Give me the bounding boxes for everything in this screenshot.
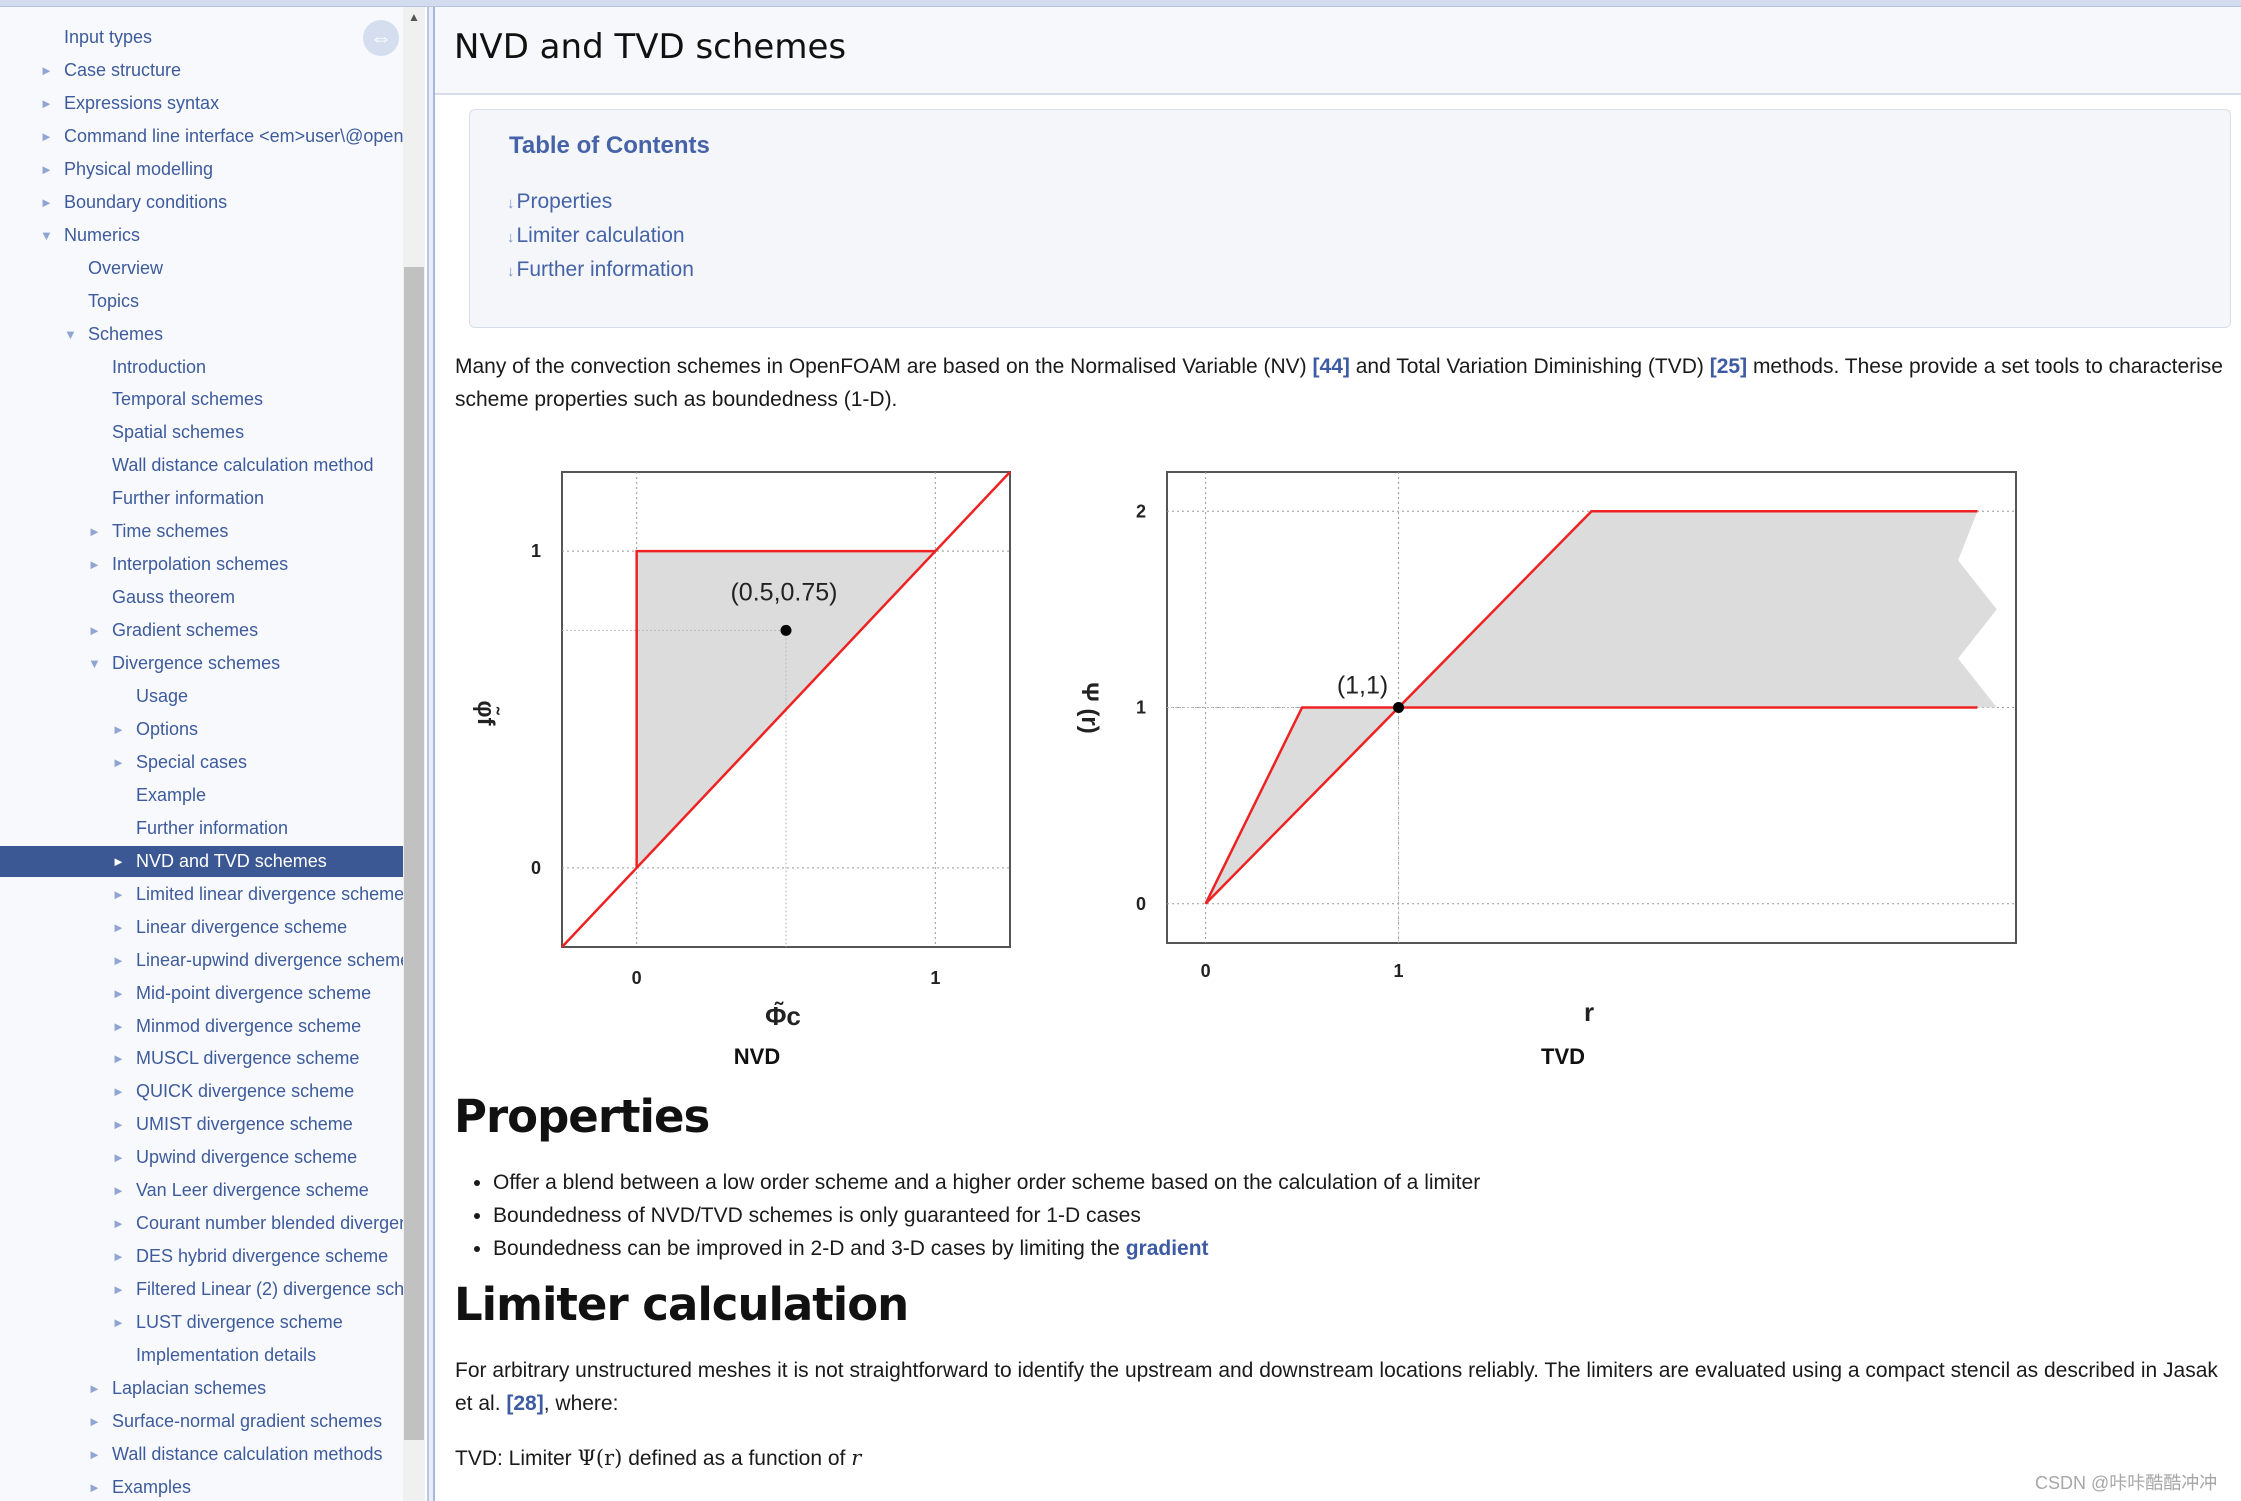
list-item: Offer a blend between a low order scheme…	[493, 1166, 1480, 1199]
sidebar-item[interactable]: ► LUST divergence scheme	[0, 1306, 403, 1339]
sidebar-item[interactable]: Implementation details	[0, 1339, 403, 1372]
sidebar-item[interactable]: ► Van Leer divergence scheme	[0, 1174, 403, 1207]
properties-list: Offer a blend between a low order scheme…	[455, 1166, 1480, 1265]
nvd-point-label: (0.5,0.75)	[730, 578, 837, 606]
list-item-text: Boundedness can be improved in 2-D and 3…	[493, 1237, 1126, 1260]
list-item: Boundedness can be improved in 2-D and 3…	[493, 1232, 1480, 1265]
nvd-y-tick-label: 0	[531, 858, 541, 878]
nvd-data-point	[780, 624, 792, 636]
sidebar-item-label: Laplacian schemes	[112, 1377, 267, 1398]
math-psi-r: Ψ(r)	[577, 1446, 623, 1470]
tvd-definition: TVD: Limiter Ψ(r) defined as a function …	[455, 1442, 2235, 1475]
sidebar-item[interactable]: ► Wall distance calculation methods	[0, 1438, 403, 1471]
sidebar-item[interactable]: ► DES hybrid divergence scheme	[0, 1240, 403, 1273]
sidebar-item-label: Upwind divergence scheme	[136, 1147, 358, 1168]
sidebar-item-label: Wall distance calculation methods	[112, 1443, 383, 1464]
limiter-paragraph: For arbitrary unstructured meshes it is …	[455, 1354, 2235, 1420]
collapsed-arrow-icon[interactable]: ►	[112, 1306, 125, 1339]
tvd-y-tick-label: 0	[1136, 894, 1146, 914]
sidebar-item-label: UMIST divergence scheme	[136, 1114, 353, 1135]
citation-link-28[interactable]: [28]	[506, 1392, 543, 1415]
sidebar-item[interactable]: ► Filtered Linear (2) divergence scheme	[0, 1273, 403, 1306]
nvd-caption: NVD	[734, 1044, 780, 1069]
math-r: r	[851, 1446, 862, 1470]
tvd-y-axis-label: Ψ (r)	[1076, 682, 1103, 733]
sidebar-item-label: Implementation details	[136, 1345, 317, 1365]
sidebar-item[interactable]: ► Surface-normal gradient schemes	[0, 1405, 403, 1438]
tvd-x-tick-label: 0	[1201, 961, 1211, 981]
limiter-text: For arbitrary unstructured meshes it is …	[455, 1359, 2218, 1415]
sidebar-item-label: LUST divergence scheme	[136, 1312, 343, 1333]
sidebar-item[interactable]: ► Laplacian schemes	[0, 1372, 403, 1405]
collapsed-arrow-icon[interactable]: ►	[112, 1273, 125, 1306]
sidebar-item-label: Filtered Linear (2) divergence scheme	[136, 1279, 403, 1300]
nvd-x-axis-label: Φ̃c	[765, 1001, 801, 1031]
nvd-y-tick-label: 1	[531, 541, 541, 561]
nvd-x-tick-label: 0	[632, 968, 642, 988]
tvd-text: TVD: Limiter	[455, 1447, 578, 1470]
nvd-y-axis-label: φ̃f	[472, 700, 500, 726]
collapsed-arrow-icon[interactable]: ►	[88, 1471, 101, 1501]
tvd-caption: TVD	[1541, 1044, 1585, 1069]
sidebar-item-label: Courant number blended divergence scheme	[136, 1213, 403, 1234]
collapsed-arrow-icon[interactable]: ►	[112, 1174, 125, 1207]
tvd-text: defined as a function of	[622, 1447, 852, 1470]
tvd-y-tick-label: 2	[1136, 501, 1146, 521]
sidebar-item-label: Examples	[112, 1476, 192, 1497]
limiter-calculation-heading: Limiter calculation	[454, 1278, 909, 1331]
gradient-link[interactable]: gradient	[1126, 1237, 1209, 1260]
sidebar-item-label: Surface-normal gradient schemes	[112, 1410, 383, 1431]
sidebar-item[interactable]: ► Courant number blended divergence schem…	[0, 1207, 403, 1240]
collapsed-arrow-icon[interactable]: ►	[112, 1240, 125, 1273]
limiter-text: , where:	[543, 1392, 619, 1415]
properties-heading: Properties	[454, 1090, 710, 1143]
collapsed-arrow-icon[interactable]: ►	[88, 1438, 101, 1471]
tvd-y-tick-label: 1	[1136, 698, 1146, 718]
sidebar-item[interactable]: ► Upwind divergence scheme	[0, 1141, 403, 1174]
tvd-x-axis-label: r	[1584, 997, 1594, 1027]
collapsed-arrow-icon[interactable]: ►	[88, 1372, 101, 1405]
collapsed-arrow-icon[interactable]: ►	[112, 1141, 125, 1174]
collapsed-arrow-icon[interactable]: ►	[112, 1207, 125, 1240]
tvd-data-point	[1393, 702, 1405, 713]
collapsed-arrow-icon[interactable]: ►	[88, 1405, 101, 1438]
collapsed-arrow-icon[interactable]: ►	[112, 1108, 125, 1141]
nvd-tvd-figure: 0 1 0 1 (0.5,0.75) Φ̃c φ̃f NVD 0 1 0 1 2 (1,1) r Ψ (r) T…	[472, 471, 2017, 1069]
watermark: CSDN @咔咔酷酷冲冲	[2035, 1473, 2218, 1493]
nvd-x-tick-label: 1	[930, 968, 940, 988]
sidebar-item[interactable]: ► Examples	[0, 1471, 403, 1501]
sidebar-item[interactable]: ► UMIST divergence scheme	[0, 1108, 403, 1141]
tvd-x-tick-label: 1	[1394, 961, 1404, 981]
tvd-point-label: (1,1)	[1337, 672, 1388, 700]
sidebar-item-label: DES hybrid divergence scheme	[136, 1246, 389, 1267]
list-item: Boundedness of NVD/TVD schemes is only g…	[493, 1199, 1480, 1232]
sidebar-item-label: Van Leer divergence scheme	[136, 1180, 369, 1201]
